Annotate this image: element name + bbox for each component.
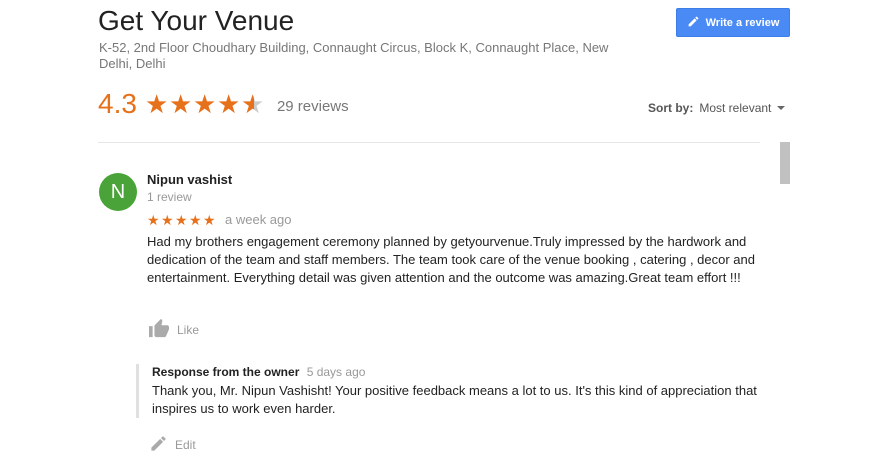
star-icon: ★ — [192, 89, 217, 119]
venue-title: Get Your Venue — [98, 5, 295, 36]
response-heading: Response from the owner — [152, 365, 300, 379]
star-icon: ★ — [175, 211, 188, 228]
pencil-icon — [149, 434, 168, 456]
star-icon: ★ — [168, 89, 193, 119]
half-star-icon: ★ — [240, 89, 265, 119]
sort-label: Sort by: — [648, 101, 694, 115]
rating-stars: ★ ★ ★ ★ ★ — [145, 91, 265, 117]
pencil-icon — [687, 15, 700, 31]
write-review-label: Write a review — [705, 16, 780, 29]
sort-dropdown[interactable]: Most relevant — [699, 101, 786, 115]
reviewer-review-count: 1 review — [147, 190, 192, 204]
thumbs-up-icon — [148, 318, 170, 341]
review-meta: ★ ★ ★ ★ ★ a week ago — [147, 212, 292, 227]
sort-control: Sort by: Most relevant — [648, 101, 786, 115]
sort-value: Most relevant — [699, 101, 772, 115]
star-icon: ★ — [147, 211, 160, 228]
star-icon: ★ — [161, 211, 174, 228]
response-text: Thank you, Mr. Nipun Vashisht! Your posi… — [152, 383, 757, 416]
star-icon: ★ — [144, 89, 169, 119]
review-text: Had my brothers engagement ceremony plan… — [147, 234, 755, 285]
review-time: a week ago — [225, 212, 292, 227]
venue-address: K-52, 2nd Floor Choudhary Building, Conn… — [99, 40, 609, 71]
divider — [98, 142, 760, 143]
like-button[interactable]: Like — [148, 318, 199, 341]
owner-response: Response from the owner 5 days ago Thank… — [136, 364, 792, 418]
edit-label: Edit — [175, 438, 196, 452]
caret-down-icon — [777, 106, 786, 110]
rating-value: 4.3 — [98, 88, 137, 119]
like-label: Like — [177, 322, 200, 337]
reviewer-name[interactable]: Nipun vashist — [147, 172, 232, 187]
rating-summary: 4.3 ★ ★ ★ ★ ★ 29 reviews — [98, 88, 349, 120]
response-time: 5 days ago — [306, 365, 366, 379]
scrollbar-thumb[interactable] — [780, 142, 790, 184]
star-icon: ★ — [203, 211, 216, 228]
star-icon: ★ — [216, 89, 241, 119]
avatar[interactable]: N — [99, 173, 137, 211]
write-review-button[interactable]: Write a review — [676, 8, 790, 37]
review-count[interactable]: 29 reviews — [277, 98, 349, 115]
edit-button[interactable]: Edit — [149, 434, 196, 456]
star-icon: ★ — [189, 211, 202, 228]
